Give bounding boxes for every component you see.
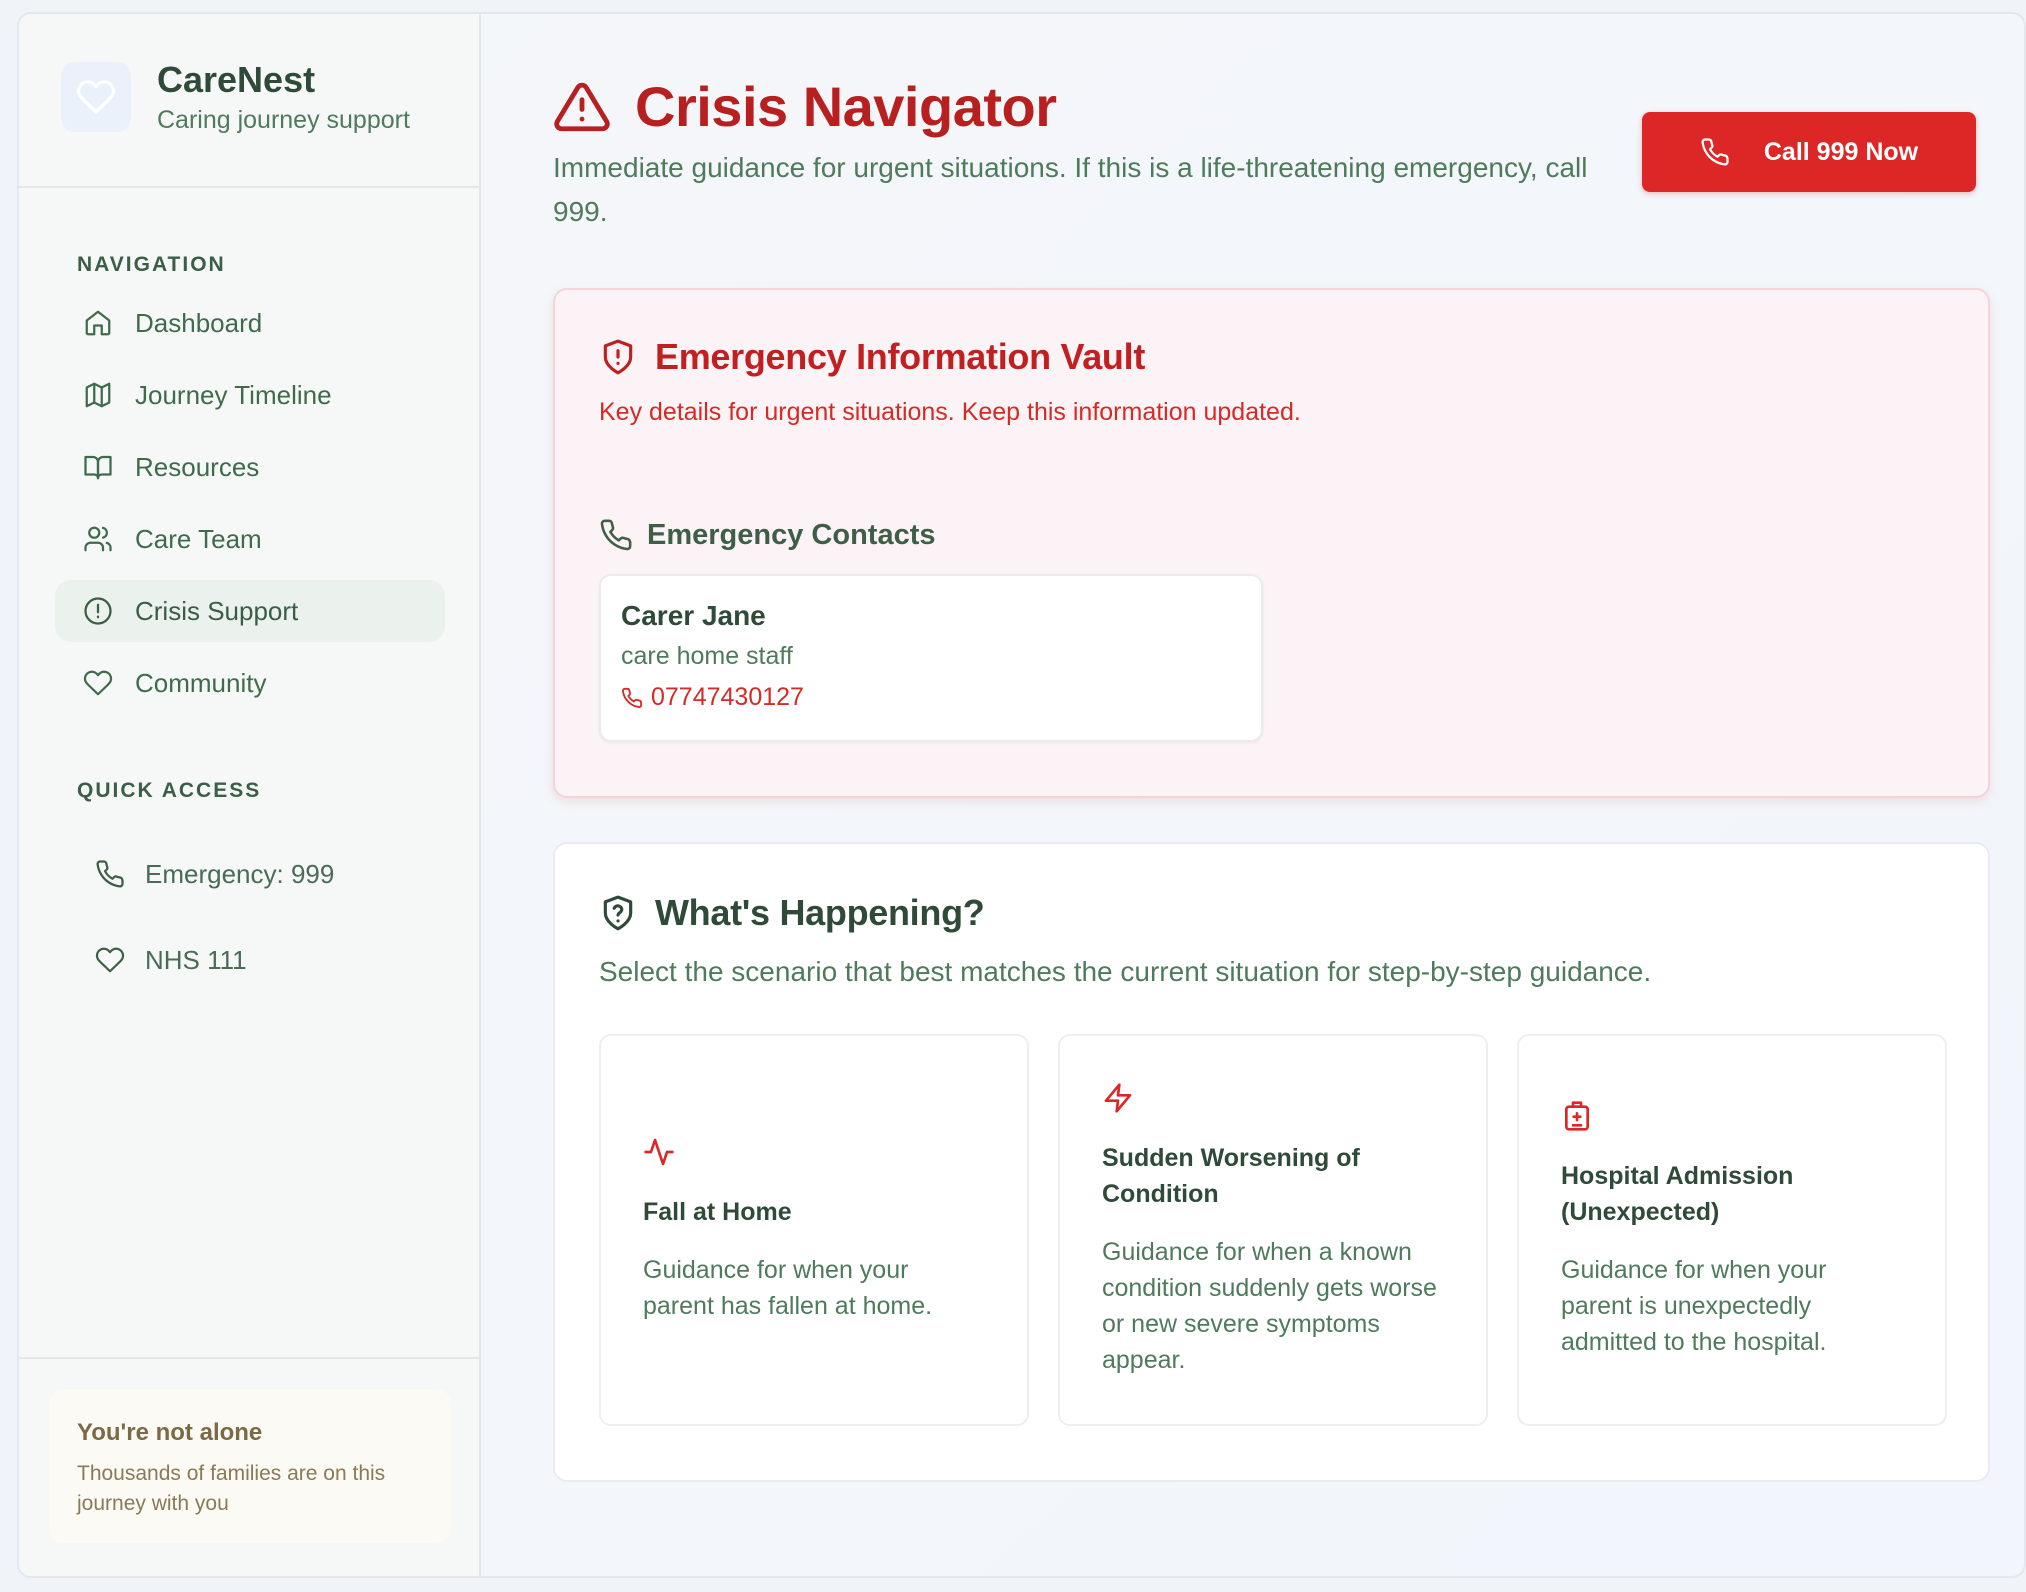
- sidebar-item-community[interactable]: Community: [55, 652, 445, 714]
- emergency-vault-card: Emergency Information Vault Key details …: [553, 288, 1990, 798]
- sidebar-item-care-team[interactable]: Care Team: [55, 508, 445, 570]
- home-icon: [85, 310, 111, 336]
- sidebar-item-resources[interactable]: Resources: [55, 436, 445, 498]
- call-button-label: Call 999 Now: [1763, 137, 1919, 166]
- sidebar-item-label: Journey Timeline: [135, 379, 332, 410]
- shield-question-icon: [603, 895, 633, 931]
- sidebar-item-label: Care Team: [135, 523, 262, 554]
- phone-icon: [1701, 138, 1729, 166]
- nav-section-label: NAVIGATION: [77, 253, 226, 276]
- users-icon: [84, 526, 112, 552]
- phone-icon: [622, 687, 643, 708]
- sidebar-item-label: Resources: [135, 451, 260, 482]
- support-text: Thousands of families are on this journe…: [77, 1462, 386, 1515]
- vault-header: Emergency Information Vault: [599, 336, 1145, 378]
- divider: [19, 186, 479, 188]
- quick-access-nhs-111[interactable]: NHS 111: [95, 940, 247, 980]
- phone-icon: [96, 860, 124, 888]
- contact-phone-number: 07747430127: [651, 683, 804, 711]
- scenario-card-title: Fall at Home: [643, 1198, 792, 1226]
- scenario-card-description: Guidance for when your parent is unexpec…: [1561, 1256, 1827, 1356]
- scenario-selector-card: What's Happening? Select the scenario th…: [553, 842, 1990, 1482]
- support-title: You're not alone: [77, 1419, 263, 1446]
- quick-access-emergency[interactable]: Emergency: 999: [95, 854, 334, 894]
- heart-icon: [76, 80, 116, 114]
- phone-icon: [600, 519, 632, 551]
- contact-name: Carer Jane: [621, 600, 766, 631]
- support-message-card: You're not alone Thousands of families a…: [49, 1389, 451, 1543]
- activity-icon: [644, 1138, 674, 1166]
- contact-phone-link[interactable]: 07747430127: [621, 683, 1241, 712]
- call-999-button[interactable]: Call 999 Now: [1642, 112, 1976, 192]
- page-title: Crisis Navigator: [635, 75, 1057, 138]
- sidebar-item-dashboard[interactable]: Dashboard: [55, 292, 445, 354]
- quick-access-label-text: NHS 111: [145, 944, 247, 975]
- heart-icon: [83, 670, 113, 696]
- scenario-title: What's Happening?: [655, 892, 985, 933]
- warning-triangle-icon: [554, 82, 610, 131]
- alert-circle-icon: [84, 597, 112, 625]
- sidebar: CareNest Caring journey support NAVIGATI…: [19, 14, 481, 1576]
- vault-subtitle: Key details for urgent situations. Keep …: [599, 398, 1301, 426]
- zap-icon: [1104, 1083, 1132, 1113]
- sidebar-item-label: Dashboard: [135, 307, 263, 338]
- quick-access-label: QUICK ACCESS: [77, 779, 262, 802]
- scenario-card-description: Guidance for when a known condition sudd…: [1102, 1238, 1437, 1374]
- vault-title: Emergency Information Vault: [655, 336, 1146, 377]
- brand-logo: [61, 62, 131, 132]
- scenario-subtitle: Select the scenario that best matches th…: [599, 956, 1652, 987]
- brand-tagline: Caring journey support: [157, 105, 410, 134]
- sidebar-item-label: Crisis Support: [135, 595, 299, 626]
- page-subtitle: Immediate guidance for urgent situations…: [553, 152, 1588, 227]
- scenario-card-title: Sudden Worsening of Condition: [1102, 1144, 1360, 1208]
- scenario-header: What's Happening?: [599, 892, 985, 934]
- quick-access-label-text: Emergency: 999: [145, 858, 335, 889]
- main-content: Crisis Navigator Immediate guidance for …: [483, 14, 2024, 1576]
- scenario-card-description: Guidance for when your parent has fallen…: [643, 1256, 933, 1320]
- contact-card: Carer Jane care home staff 07747430127: [599, 574, 1263, 742]
- book-icon: [84, 455, 112, 480]
- sidebar-item-label: Community: [135, 667, 267, 698]
- sidebar-item-crisis-support[interactable]: Crisis Support: [55, 580, 445, 642]
- map-icon: [85, 382, 111, 408]
- scenario-card-fall-at-home[interactable]: Fall at Home Guidance for when your pare…: [599, 1034, 1029, 1426]
- hospital-icon: [1565, 1101, 1589, 1131]
- page-header: Crisis Navigator: [553, 74, 1057, 139]
- contacts-title: Emergency Contacts: [647, 518, 936, 551]
- scenario-card-sudden-worsening[interactable]: Sudden Worsening of Condition Guidance f…: [1058, 1034, 1488, 1426]
- brand-name: CareNest: [157, 58, 316, 100]
- divider: [19, 1357, 479, 1359]
- heart-icon: [95, 947, 125, 973]
- sidebar-item-journey-timeline[interactable]: Journey Timeline: [55, 364, 445, 426]
- contact-role: care home staff: [621, 642, 793, 670]
- contacts-header: Emergency Contacts: [599, 518, 936, 552]
- scenario-card-hospital-admission[interactable]: Hospital Admission (Unexpected) Guidance…: [1517, 1034, 1947, 1426]
- scenario-card-title: Hospital Admission (Unexpected): [1561, 1162, 1794, 1226]
- brand[interactable]: CareNest Caring journey support: [61, 58, 410, 134]
- shield-alert-icon: [603, 339, 633, 375]
- app-window: CareNest Caring journey support NAVIGATI…: [17, 12, 2026, 1578]
